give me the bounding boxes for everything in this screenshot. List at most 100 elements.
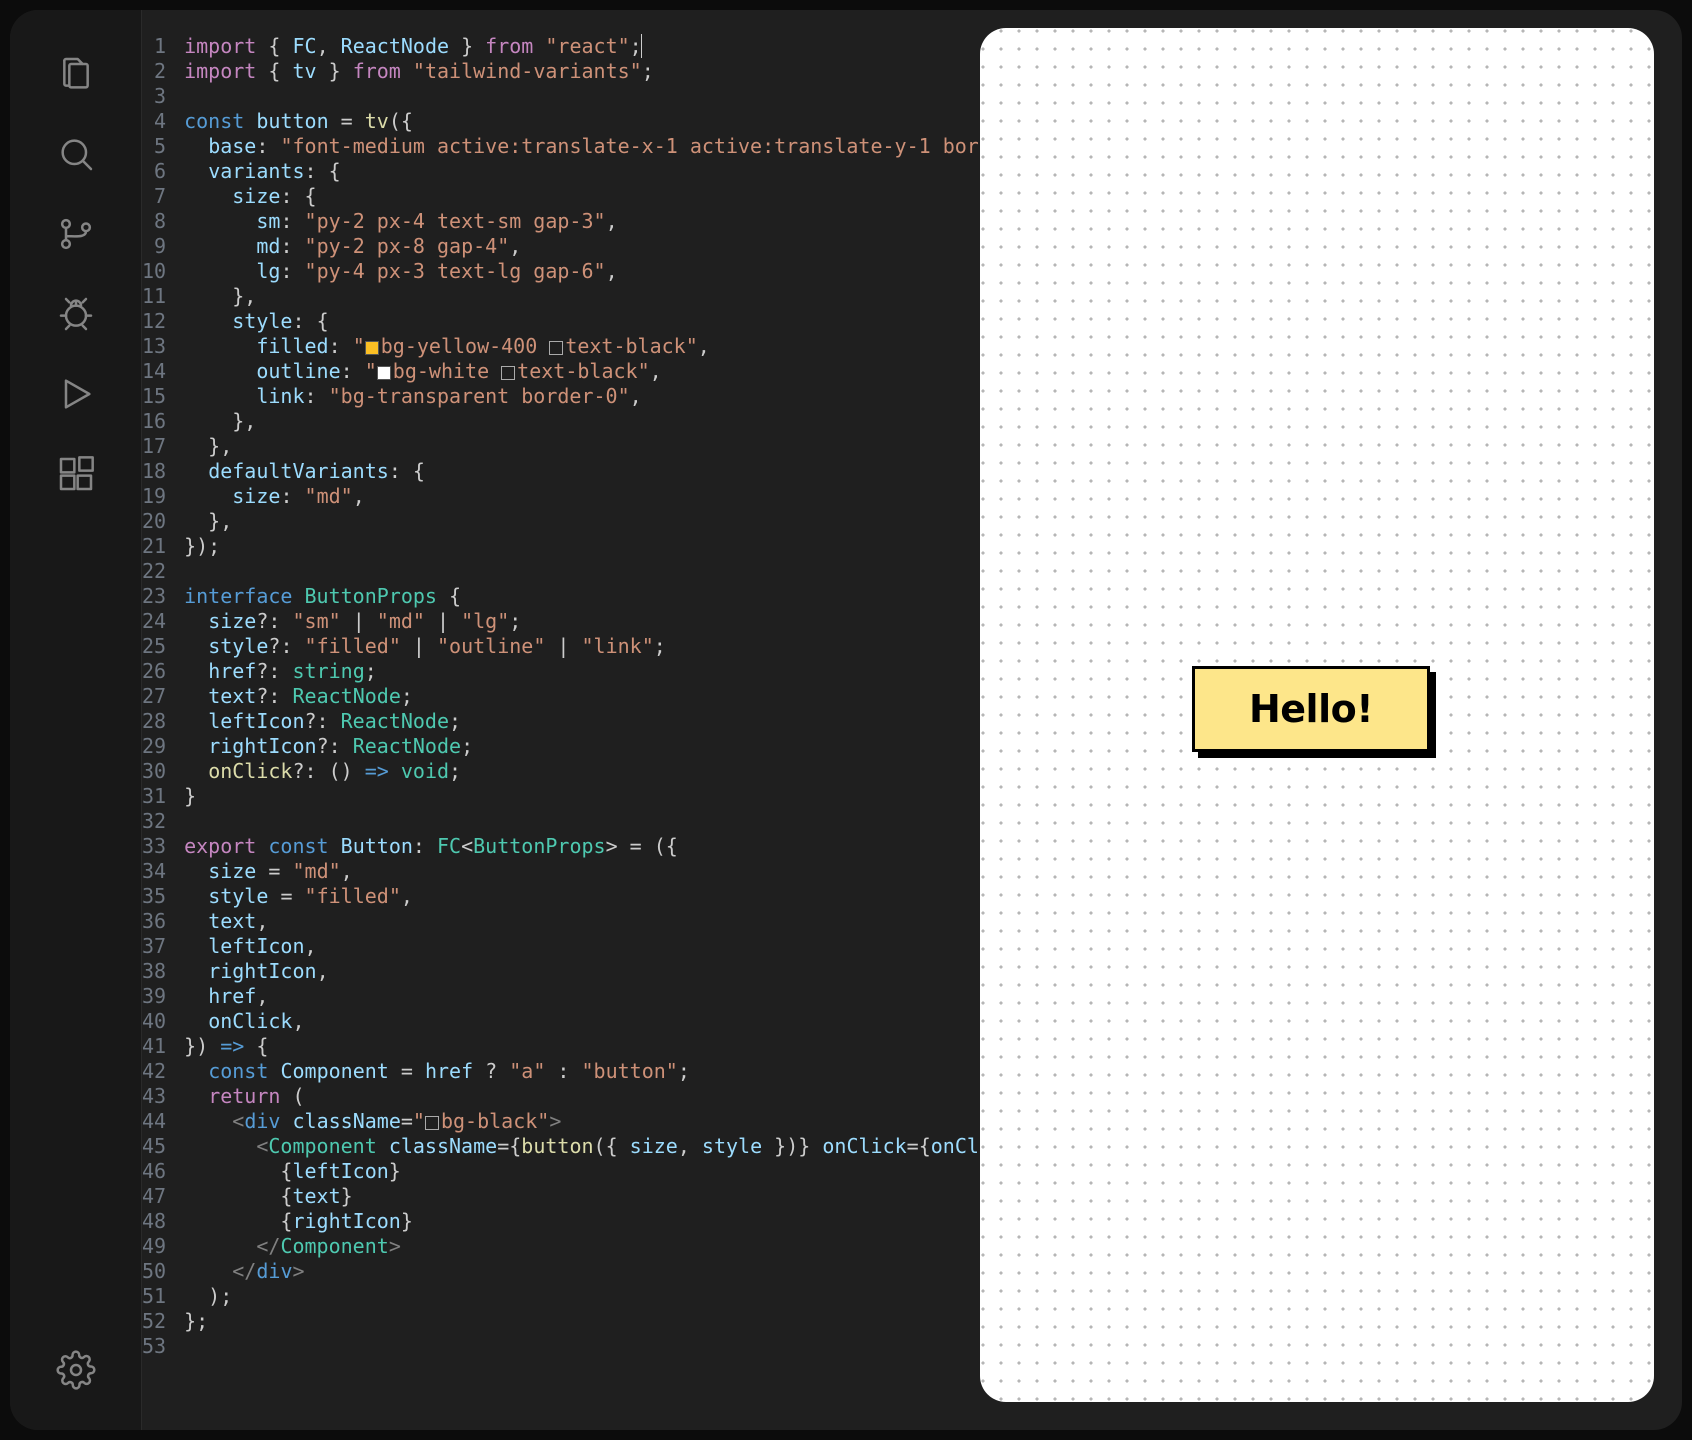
code-line[interactable]: rightIcon?: ReactNode; [184,734,1027,759]
line-number: 36 [142,909,166,934]
line-number: 31 [142,784,166,809]
line-number: 41 [142,1034,166,1059]
code-line[interactable]: href?: string; [184,659,1027,684]
code-line[interactable] [184,84,1027,109]
code-line[interactable]: }; [184,1309,1027,1334]
code-line[interactable]: text?: ReactNode; [184,684,1027,709]
code-line[interactable]: return ( [184,1084,1027,1109]
line-number: 16 [142,409,166,434]
code-line[interactable]: const Component = href ? "a" : "button"; [184,1059,1027,1084]
code-line[interactable] [184,1334,1027,1359]
app-window: 1234567891011121314151617181920212223242… [10,10,1682,1430]
activity-bar [10,10,142,1430]
code-line[interactable]: style?: "filled" | "outline" | "link"; [184,634,1027,659]
preview-canvas: Hello! [980,28,1654,1402]
code-line[interactable]: sm: "py-2 px-4 text-sm gap-3", [184,209,1027,234]
code-line[interactable]: import { tv } from "tailwind-variants"; [184,59,1027,84]
code-line[interactable] [184,559,1027,584]
line-number: 40 [142,1009,166,1034]
code-line[interactable]: ); [184,1284,1027,1309]
code-content[interactable]: import { FC, ReactNode } from "react";im… [184,34,1027,1430]
code-line[interactable]: {leftIcon} [184,1159,1027,1184]
line-number: 30 [142,759,166,784]
gear-icon[interactable] [40,1334,112,1406]
code-line[interactable]: export const Button: FC<ButtonProps> = (… [184,834,1027,859]
code-line[interactable]: {text} [184,1184,1027,1209]
code-line[interactable]: style = "filled", [184,884,1027,909]
line-number: 21 [142,534,166,559]
debug-icon[interactable] [40,278,112,350]
line-number: 51 [142,1284,166,1309]
line-number: 7 [142,184,166,209]
code-editor[interactable]: 1234567891011121314151617181920212223242… [142,10,972,1430]
code-line[interactable]: onClick, [184,1009,1027,1034]
code-line[interactable]: size: { [184,184,1027,209]
code-line[interactable]: outline: "bg-white text-black", [184,359,1027,384]
search-icon[interactable] [40,118,112,190]
line-number: 12 [142,309,166,334]
code-line[interactable]: }, [184,434,1027,459]
code-line[interactable]: size: "md", [184,484,1027,509]
line-number: 18 [142,459,166,484]
code-line[interactable]: }, [184,509,1027,534]
line-number: 10 [142,259,166,284]
source-control-icon[interactable] [40,198,112,270]
line-number: 32 [142,809,166,834]
line-number: 37 [142,934,166,959]
code-line[interactable]: } [184,784,1027,809]
line-number: 17 [142,434,166,459]
line-number: 6 [142,159,166,184]
hello-button[interactable]: Hello! [1192,666,1430,752]
explorer-icon[interactable] [40,38,112,110]
line-number: 49 [142,1234,166,1259]
code-line[interactable]: size = "md", [184,859,1027,884]
line-number: 26 [142,659,166,684]
line-number: 33 [142,834,166,859]
code-line[interactable]: text, [184,909,1027,934]
line-number: 19 [142,484,166,509]
code-line[interactable]: {rightIcon} [184,1209,1027,1234]
code-line[interactable]: style: { [184,309,1027,334]
code-line[interactable]: size?: "sm" | "md" | "lg"; [184,609,1027,634]
code-line[interactable]: variants: { [184,159,1027,184]
code-line[interactable]: href, [184,984,1027,1009]
line-number: 52 [142,1309,166,1334]
code-line[interactable]: leftIcon, [184,934,1027,959]
code-line[interactable]: const button = tv({ [184,109,1027,134]
code-line[interactable]: </Component> [184,1234,1027,1259]
line-number: 5 [142,134,166,159]
code-line[interactable]: <Component className={button({ size, sty… [184,1134,1027,1159]
code-line[interactable]: }); [184,534,1027,559]
line-number: 34 [142,859,166,884]
line-number: 8 [142,209,166,234]
code-line[interactable]: </div> [184,1259,1027,1284]
line-number: 4 [142,109,166,134]
extensions-icon[interactable] [40,438,112,510]
run-icon[interactable] [40,358,112,430]
line-number: 27 [142,684,166,709]
code-line[interactable]: onClick?: () => void; [184,759,1027,784]
line-number: 46 [142,1159,166,1184]
line-number: 1 [142,34,166,59]
code-line[interactable]: }) => { [184,1034,1027,1059]
line-number: 14 [142,359,166,384]
code-line[interactable]: }, [184,409,1027,434]
line-number: 15 [142,384,166,409]
code-line[interactable]: import { FC, ReactNode } from "react"; [184,34,1027,59]
code-line[interactable]: filled: "bg-yellow-400 text-black", [184,334,1027,359]
code-line[interactable]: lg: "py-4 px-3 text-lg gap-6", [184,259,1027,284]
code-line[interactable]: rightIcon, [184,959,1027,984]
code-line[interactable]: }, [184,284,1027,309]
code-line[interactable]: <div className="bg-black"> [184,1109,1027,1134]
line-number: 48 [142,1209,166,1234]
code-line[interactable]: leftIcon?: ReactNode; [184,709,1027,734]
code-line[interactable]: defaultVariants: { [184,459,1027,484]
line-number: 24 [142,609,166,634]
code-line[interactable]: base: "font-medium active:translate-x-1 … [184,134,1027,159]
line-number: 42 [142,1059,166,1084]
code-line[interactable] [184,809,1027,834]
code-line[interactable]: interface ButtonProps { [184,584,1027,609]
code-line[interactable]: md: "py-2 px-8 gap-4", [184,234,1027,259]
line-number: 47 [142,1184,166,1209]
code-line[interactable]: link: "bg-transparent border-0", [184,384,1027,409]
